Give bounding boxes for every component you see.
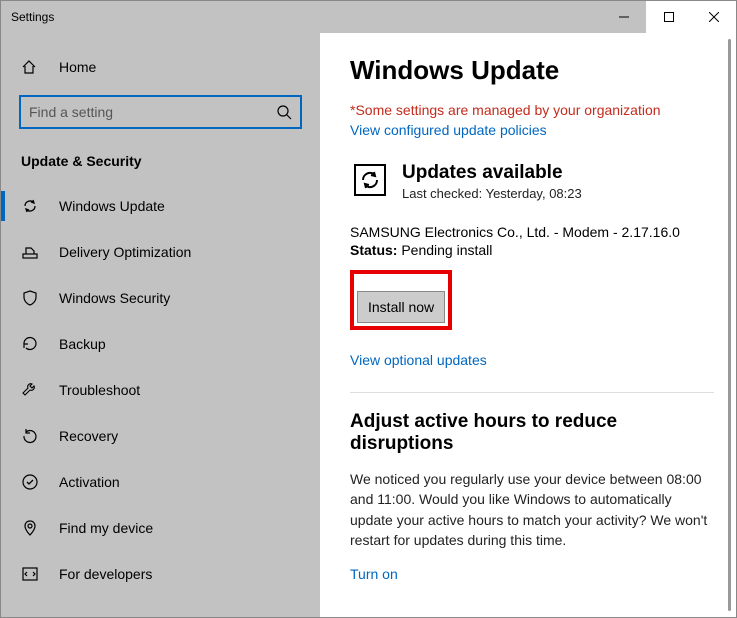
sidebar-item-label: Windows Security <box>59 290 170 306</box>
sidebar-item-for-developers[interactable]: For developers <box>1 551 320 597</box>
sync-icon <box>21 197 43 215</box>
sidebar-item-label: Find my device <box>59 520 153 536</box>
pending-update-name: SAMSUNG Electronics Co., Ltd. - Modem - … <box>350 224 714 240</box>
view-optional-updates-link[interactable]: View optional updates <box>350 352 487 368</box>
recovery-icon <box>21 427 43 445</box>
updates-available-title: Updates available <box>402 162 582 184</box>
sidebar-item-label: Delivery Optimization <box>59 244 191 260</box>
sidebar-item-label: Windows Update <box>59 198 165 214</box>
turn-on-link[interactable]: Turn on <box>350 566 398 582</box>
install-now-highlight: Install now <box>350 270 452 330</box>
search-icon <box>276 104 292 120</box>
sidebar-item-label: For developers <box>59 566 152 582</box>
window-title: Settings <box>1 10 54 24</box>
sidebar-home[interactable]: Home <box>1 51 320 83</box>
sidebar-item-windows-security[interactable]: Windows Security <box>1 275 320 321</box>
shield-icon <box>21 289 43 307</box>
sidebar-item-label: Activation <box>59 474 120 490</box>
sidebar-item-troubleshoot[interactable]: Troubleshoot <box>1 367 320 413</box>
search-input[interactable] <box>29 104 276 120</box>
location-icon <box>21 519 43 537</box>
titlebar: Settings <box>1 1 736 33</box>
active-hours-title: Adjust active hours to reduce disruption… <box>350 411 714 455</box>
view-policies-link[interactable]: View configured update policies <box>350 122 547 138</box>
pending-update-status: Status: Pending install <box>350 242 714 258</box>
sidebar-item-label: Backup <box>59 336 106 352</box>
code-icon <box>21 565 43 583</box>
page-title: Windows Update <box>350 55 714 86</box>
sidebar-item-find-my-device[interactable]: Find my device <box>1 505 320 551</box>
last-checked-text: Last checked: Yesterday, 08:23 <box>402 186 582 201</box>
sidebar-item-label: Recovery <box>59 428 118 444</box>
sidebar-item-recovery[interactable]: Recovery <box>1 413 320 459</box>
sidebar-item-label: Troubleshoot <box>59 382 140 398</box>
install-now-button[interactable]: Install now <box>357 291 445 323</box>
sidebar-item-delivery-optimization[interactable]: Delivery Optimization <box>1 229 320 275</box>
wrench-icon <box>21 381 43 399</box>
maximize-button[interactable] <box>646 1 691 33</box>
sidebar: Home Update & Security Windows Update De… <box>1 33 320 617</box>
check-circle-icon <box>21 473 43 491</box>
minimize-button[interactable] <box>601 1 646 33</box>
content-pane: Windows Update *Some settings are manage… <box>320 33 736 617</box>
search-box[interactable] <box>19 95 302 129</box>
sidebar-item-windows-update[interactable]: Windows Update <box>1 183 320 229</box>
sidebar-nav: Windows Update Delivery Optimization Win… <box>1 183 320 597</box>
backup-icon <box>21 335 43 353</box>
sidebar-item-activation[interactable]: Activation <box>1 459 320 505</box>
home-icon <box>21 59 45 75</box>
section-divider <box>350 392 714 393</box>
vertical-scrollbar[interactable] <box>728 39 731 611</box>
sidebar-section-title: Update & Security <box>1 147 320 183</box>
close-button[interactable] <box>691 1 736 33</box>
sidebar-home-label: Home <box>59 59 96 75</box>
sidebar-item-backup[interactable]: Backup <box>1 321 320 367</box>
delivery-icon <box>21 243 43 261</box>
active-hours-body: We noticed you regularly use your device… <box>350 469 714 550</box>
managed-by-org-message: *Some settings are managed by your organ… <box>350 102 714 118</box>
update-sync-icon <box>350 162 390 202</box>
